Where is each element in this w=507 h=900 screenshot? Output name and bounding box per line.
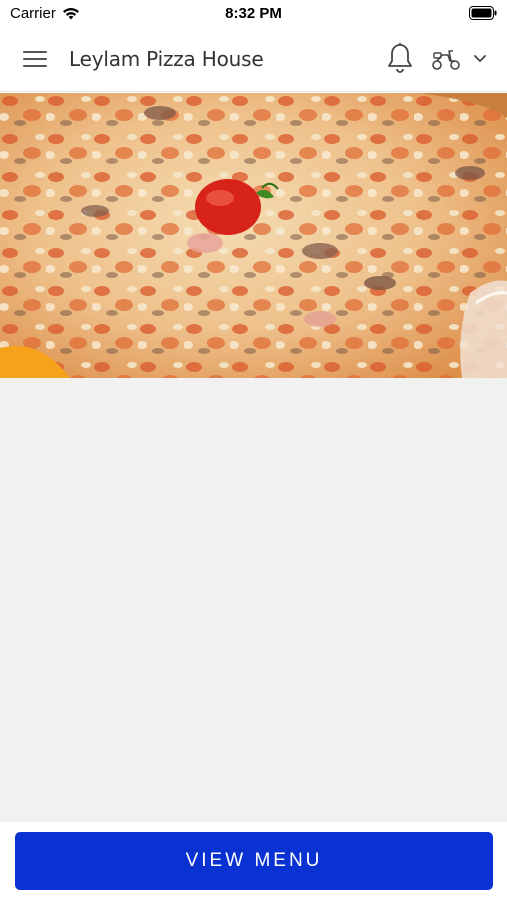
content-area [0, 378, 507, 822]
footer: VIEW MENU [0, 822, 507, 900]
battery-icon [469, 6, 497, 20]
menu-icon [23, 51, 47, 67]
notifications-button[interactable] [386, 42, 414, 74]
scooter-icon [432, 50, 460, 70]
status-bar: Carrier 8:32 PM [0, 0, 507, 26]
hero-banner [0, 93, 507, 378]
status-time: 8:32 PM [225, 5, 282, 22]
chevron-down-icon [474, 55, 486, 62]
view-menu-button[interactable]: VIEW MENU [15, 832, 493, 890]
app-header: Leylam Pizza House [0, 26, 507, 92]
delivery-mode-button[interactable] [431, 46, 461, 72]
page-title: Leylam Pizza House [69, 47, 264, 71]
pizza-image [0, 93, 507, 378]
menu-button[interactable] [22, 46, 48, 72]
bell-icon [388, 43, 412, 73]
delivery-mode-dropdown[interactable] [472, 52, 488, 66]
